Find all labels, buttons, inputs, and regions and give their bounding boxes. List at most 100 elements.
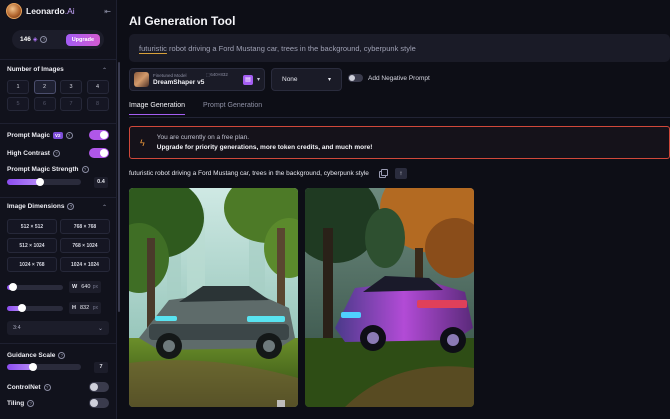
version-badge[interactable]: V2 xyxy=(52,131,63,139)
model-dimensions-value: 640×832 xyxy=(210,72,228,77)
chevron-up-icon[interactable]: ⌃ xyxy=(102,204,107,211)
height-row: H 832 px xyxy=(7,302,111,314)
help-icon[interactable]: ? xyxy=(40,36,48,43)
guidance-scale-value[interactable]: 7 xyxy=(94,361,108,373)
help-icon[interactable]: ? xyxy=(27,399,35,407)
dimension-option[interactable]: 1024 × 1024 xyxy=(60,257,110,272)
dimension-option[interactable]: 512 × 512 xyxy=(7,219,57,234)
help-icon[interactable]: ? xyxy=(52,149,60,157)
chevron-down-icon: ⌄ xyxy=(97,325,103,332)
guidance-scale-label: Guidance Scale xyxy=(7,351,56,359)
image-count-option[interactable]: 8 xyxy=(86,97,109,111)
negative-prompt-row: Add Negative Prompt xyxy=(348,74,430,82)
help-icon[interactable]: ? xyxy=(65,131,73,139)
height-input[interactable]: H 832 px xyxy=(69,302,101,314)
image-count-option[interactable]: 7 xyxy=(60,97,82,111)
help-icon[interactable]: ? xyxy=(81,165,89,173)
height-value: 832 xyxy=(79,305,90,311)
dimension-option[interactable]: 768 × 768 xyxy=(60,219,110,234)
image-count-option[interactable]: 6 xyxy=(33,97,56,111)
slider-fill xyxy=(7,179,41,185)
aspect-ratio-value: 3:4 xyxy=(13,325,21,331)
image-count-option[interactable]: 1 xyxy=(7,80,29,94)
number-of-images-grid: 1234 5678 xyxy=(7,80,109,111)
aspect-ratio-select[interactable]: 3:4 ⌄ xyxy=(7,321,109,335)
generated-image[interactable] xyxy=(305,188,474,407)
divider xyxy=(0,197,116,198)
negative-prompt-label[interactable]: Add Negative Prompt xyxy=(368,75,430,82)
lightning-icon: ϟ xyxy=(140,137,145,148)
controlnet-toggle[interactable] xyxy=(89,382,109,392)
width-input[interactable]: W 640 px xyxy=(69,281,101,293)
prompt-text: robot driving a Ford Mustang car, trees … xyxy=(166,43,416,53)
arrow-up-icon[interactable]: ↑ xyxy=(394,168,407,179)
image-count-option[interactable]: 5 xyxy=(7,97,29,111)
width-slider[interactable] xyxy=(7,283,63,291)
model-select[interactable]: Finetuned Model DreamShaper v5 ⬚640×832 … xyxy=(129,68,265,91)
image-dimensions-label: Image Dimensions? xyxy=(7,203,75,210)
collapse-sidebar-icon[interactable]: ⇤ xyxy=(104,7,111,16)
model-dimensions: ⬚640×832 xyxy=(206,72,228,78)
dimension-option[interactable]: 768 × 1024 xyxy=(60,238,110,253)
banner-line-2[interactable]: Upgrade for priority generations, more t… xyxy=(157,143,373,153)
free-plan-banner[interactable]: ϟ You are currently on a free plan. Upgr… xyxy=(129,126,670,159)
high-contrast-toggle[interactable] xyxy=(89,148,109,158)
logo-avatar[interactable] xyxy=(6,3,22,19)
tab-prompt-generation[interactable]: Prompt Generation xyxy=(203,102,262,115)
width-value: 640 xyxy=(81,284,91,290)
copy-icon[interactable] xyxy=(378,169,388,178)
tiling-toggle[interactable] xyxy=(89,398,109,408)
style-select[interactable]: None ▾ xyxy=(271,68,342,91)
slider-handle[interactable] xyxy=(8,283,17,291)
image-count-option[interactable]: 4 xyxy=(86,80,109,94)
token-box: 146 ◈ ? Upgrade xyxy=(12,30,104,49)
prompt-magic-row: Prompt Magic V2 ? xyxy=(7,129,109,141)
controlnet-row: ControlNet ? xyxy=(7,381,109,393)
chevron-down-icon: ▾ xyxy=(327,77,331,83)
prompt-magic-strength-slider[interactable] xyxy=(7,178,81,186)
sidebar-scrollbar[interactable] xyxy=(118,62,120,312)
prompt-input[interactable]: futuristic robot driving a Ford Mustang … xyxy=(129,34,670,62)
dimension-option[interactable]: 1024 × 768 xyxy=(7,257,57,272)
slider-handle[interactable] xyxy=(28,363,37,371)
divider xyxy=(0,123,116,124)
prompt-magic-strength-value[interactable]: 0.4 xyxy=(94,176,108,188)
slider-handle[interactable] xyxy=(18,304,27,312)
style-value: None xyxy=(282,76,298,83)
dimension-option[interactable]: 512 × 1024 xyxy=(7,238,57,253)
help-icon[interactable]: ? xyxy=(43,383,51,391)
model-caption: Finetuned Model xyxy=(153,73,187,78)
negative-prompt-toggle[interactable] xyxy=(348,74,363,82)
divider xyxy=(0,343,116,344)
help-icon[interactable]: ? xyxy=(58,351,66,359)
prompt-magic-toggle[interactable] xyxy=(89,130,109,140)
divider xyxy=(0,59,116,60)
px-unit: px xyxy=(92,305,98,311)
prompt-highlighted-word: futuristic xyxy=(139,43,167,53)
model-gallery-icon[interactable]: ▤ xyxy=(242,74,253,85)
slider-handle[interactable] xyxy=(36,178,45,186)
app-logo[interactable]: Leonardo.Ai xyxy=(26,6,75,16)
number-of-images-label: Number of Images xyxy=(7,66,64,73)
tiling-label: Tiling xyxy=(7,399,25,407)
main-panel: AI Generation Tool futuristic robot driv… xyxy=(121,0,670,419)
prompt-magic-label: Prompt Magic xyxy=(7,131,50,139)
generated-image-graphic xyxy=(129,188,298,407)
banner-line-1: You are currently on a free plan. xyxy=(156,133,250,141)
image-count-option[interactable]: 3 xyxy=(60,80,82,94)
tab-bar: Image Generation Prompt Generation xyxy=(129,102,280,115)
logo-row: Leonardo.Ai ⇤ xyxy=(6,3,111,19)
chevron-up-icon[interactable]: ⌃ xyxy=(102,67,107,74)
height-slider[interactable] xyxy=(7,304,63,312)
image-count-option[interactable]: 2 xyxy=(33,80,56,94)
generated-image[interactable] xyxy=(129,188,298,407)
guidance-scale-row: Guidance Scale ? xyxy=(7,349,109,361)
generation-prompt: futuristic robot driving a Ford Mustang … xyxy=(129,170,369,177)
upgrade-button[interactable]: Upgrade xyxy=(65,33,100,46)
prompt-magic-strength-label: Prompt Magic Strength xyxy=(7,165,79,173)
tab-image-generation[interactable]: Image Generation xyxy=(129,102,186,115)
width-label: W xyxy=(72,284,78,290)
guidance-scale-slider[interactable] xyxy=(7,363,81,371)
sidebar: Leonardo.Ai ⇤ 146 ◈ ? Upgrade Number of … xyxy=(0,0,117,419)
help-icon[interactable]: ? xyxy=(67,203,75,210)
